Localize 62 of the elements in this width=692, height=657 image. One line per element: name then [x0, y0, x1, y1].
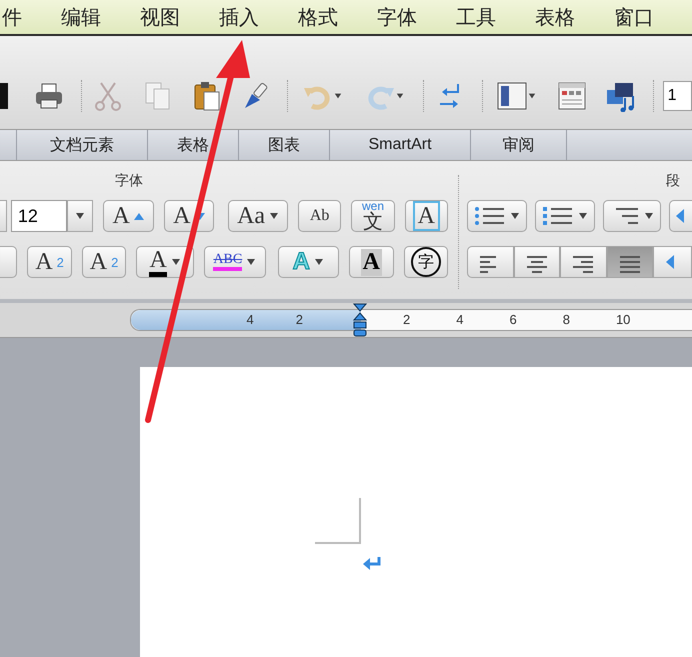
ribbon-tab[interactable]: 文档元素 [16, 130, 147, 160]
caret-icon [396, 92, 404, 98]
ribbon-tab[interactable]: 图表 [238, 130, 329, 160]
form-window-icon[interactable] [556, 80, 588, 112]
align-button[interactable] [467, 246, 514, 278]
ribbon-tab[interactable]: SmartArt [329, 130, 470, 160]
ruler-number: 10 [616, 311, 630, 329]
caret-icon [644, 213, 654, 219]
font-size-field[interactable]: 12 [10, 200, 67, 232]
indent-marker-icon[interactable] [353, 303, 367, 337]
menu-item[interactable]: 工具 [456, 4, 496, 30]
ruler-number: 2 [403, 311, 410, 329]
highlight-button[interactable]: ABC [204, 246, 266, 278]
caret-icon [269, 213, 280, 219]
zoom-field[interactable]: 1 [662, 80, 692, 110]
bullet-list-icon [474, 205, 506, 227]
caret-icon [246, 259, 256, 265]
character-border-button[interactable]: A [404, 200, 448, 232]
numbering-button[interactable] [535, 200, 595, 232]
group-title: 字体 [114, 171, 144, 190]
triangle-up-icon [134, 212, 144, 220]
change-case-button[interactable]: Aa [228, 200, 288, 232]
menu-item[interactable]: 字体 [377, 4, 417, 30]
ruler-number: 6 [509, 311, 517, 329]
ruler-number: 4 [246, 311, 254, 329]
caret-icon [74, 213, 85, 219]
menu-item[interactable]: 编辑 [61, 4, 101, 30]
character-shading-button[interactable]: A [349, 246, 394, 278]
clear-formatting-button[interactable]: Ab [298, 200, 342, 232]
caret-icon [170, 259, 181, 265]
bullets-button[interactable] [467, 200, 527, 232]
caret-icon [510, 213, 520, 219]
grow-font-button[interactable]: A [102, 200, 154, 232]
menu-item[interactable]: 表格 [535, 4, 575, 30]
numbered-list-icon [542, 205, 574, 227]
indent-button[interactable] [653, 246, 692, 278]
ruler-number: 2 [296, 311, 303, 329]
menu-item[interactable]: 视图 [140, 4, 180, 30]
dropdown-button[interactable] [66, 200, 93, 232]
ribbon-tab[interactable]: 表格 [147, 130, 238, 160]
enclose-characters-button[interactable]: 字 [404, 246, 448, 278]
caret-icon [334, 92, 342, 98]
sidebar-layout-icon[interactable] [496, 80, 528, 112]
margin-corner-icon [315, 498, 361, 544]
caret-icon [578, 213, 588, 219]
ruler-number: 4 [456, 311, 464, 329]
align-button[interactable] [606, 246, 654, 278]
phonetic-guide-button[interactable]: wen 文 [351, 200, 395, 232]
multilevel-list-button[interactable] [603, 200, 661, 232]
caret-icon [314, 259, 324, 265]
menu-item[interactable]: 窗口 [614, 4, 654, 30]
menu-item[interactable]: 格式 [298, 4, 338, 30]
indent-button[interactable] [669, 200, 692, 232]
align-button[interactable] [514, 246, 560, 278]
align-button[interactable] [560, 246, 607, 278]
ribbon-tab[interactable]: 审阅 [470, 130, 566, 160]
menu-item[interactable]: 插入 [219, 4, 259, 30]
menu-item[interactable]: 件 [2, 4, 22, 30]
paragraph-mark-icon [362, 556, 382, 570]
ruler-number: 8 [562, 311, 570, 329]
caret-icon [528, 92, 536, 98]
group-title: 段 [665, 171, 681, 190]
